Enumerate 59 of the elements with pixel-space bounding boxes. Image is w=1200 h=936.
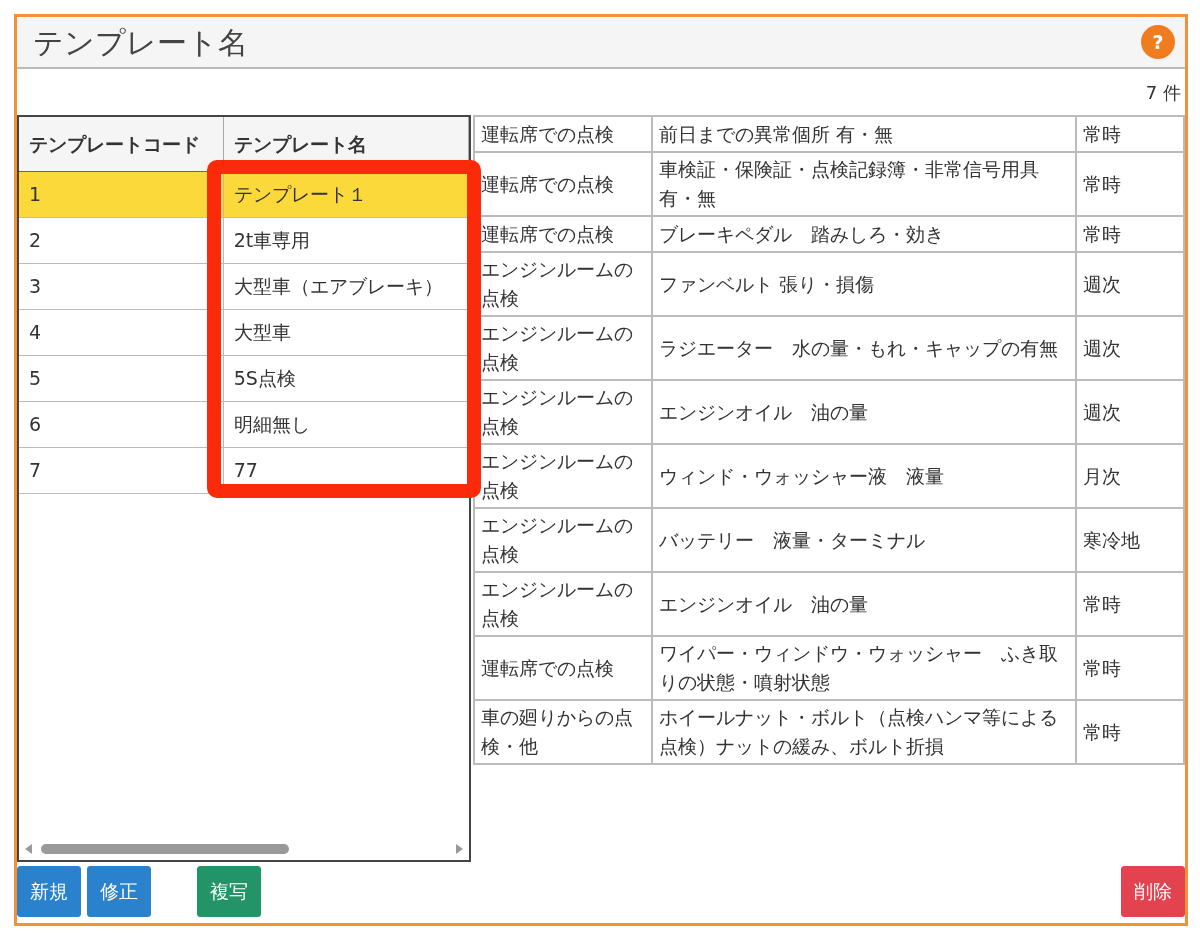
code-text: 4	[19, 309, 224, 355]
detail-cell: 前日までの異常個所 有・無	[652, 116, 1077, 152]
detail-cell: 常時	[1076, 116, 1184, 152]
detail-cell: エンジンオイル 油の量	[652, 380, 1077, 444]
detail-cell: ワイパー・ウィンドウ・ウォッシャー ふき取りの状態・噴射状態	[652, 636, 1077, 700]
page-title: テンプレート名	[33, 23, 248, 62]
detail-cell: 車検証・保険証・点検記録簿・非常信号用具有・無	[652, 152, 1077, 216]
name-text: 2t車専用	[223, 217, 469, 263]
template-row[interactable]: 5 5S点検	[19, 355, 469, 401]
template-row[interactable]: 4 大型車	[19, 309, 469, 355]
template-row[interactable]: 2 2t車専用	[19, 217, 469, 263]
code-text: 2	[19, 217, 224, 263]
detail-cell: ブレーキペダル 踏みしろ・効き	[652, 216, 1077, 252]
detail-cell: 運転席での点検	[473, 116, 653, 152]
action-button[interactable]: 削除	[1121, 866, 1185, 917]
name-text: テンプレート１	[223, 171, 469, 217]
name-text: 明細無し	[223, 401, 469, 447]
detail-cell: 週次	[1076, 380, 1184, 444]
template-row[interactable]: 1 テンプレート１	[19, 171, 469, 217]
detail-cell: 運転席での点検	[473, 152, 653, 216]
detail-cell: エンジンルームの点検	[473, 508, 653, 572]
name-text: 5S点検	[223, 355, 469, 401]
name-text: 77	[223, 447, 469, 493]
action-button[interactable]: 修正	[87, 866, 151, 917]
detail-cell: 常時	[1076, 216, 1184, 252]
scroll-right-icon[interactable]	[454, 844, 463, 854]
detail-cell: ファンベルト 張り・損傷	[652, 252, 1077, 316]
code-text: 7	[19, 447, 224, 493]
detail-cell: ウィンド・ウォッシャー液 液量	[652, 444, 1077, 508]
template-row[interactable]: 3 大型車（エアブレーキ）	[19, 263, 469, 309]
detail-cell: 常時	[1076, 700, 1184, 764]
detail-cell: エンジンルームの点検	[473, 572, 653, 636]
record-count: 7 件	[1145, 82, 1181, 103]
code-text: 5	[19, 355, 224, 401]
detail-cell: 週次	[1076, 252, 1184, 316]
detail-cell: ホイールナット・ボルト（点検ハンマ等による点検）ナットの緩み、ボルト折損	[652, 700, 1077, 764]
detail-cell: 月次	[1076, 444, 1184, 508]
name-text: 大型車（エアブレーキ）	[223, 263, 469, 309]
detail-cell: ラジエーター 水の量・もれ・キャップの有無	[652, 316, 1077, 380]
detail-cell: エンジンルームの点検	[473, 444, 653, 508]
template-row[interactable]: 7 77	[19, 447, 469, 493]
detail-cell: 常時	[1076, 152, 1184, 216]
code-text: 3	[19, 263, 224, 309]
detail-cell: 常時	[1076, 572, 1184, 636]
detail-cell: エンジンオイル 油の量	[652, 572, 1077, 636]
detail-cell: 常時	[1076, 636, 1184, 700]
detail-cell: バッテリー 液量・ターミナル	[652, 508, 1077, 572]
name-text: 大型車	[223, 309, 469, 355]
detail-cell: 運転席での点検	[473, 636, 653, 700]
scroll-left-icon[interactable]	[25, 844, 33, 854]
code-text: 6	[19, 401, 224, 447]
detail-cell: 週次	[1076, 316, 1184, 380]
detail-cell: 寒冷地	[1076, 508, 1184, 572]
action-button[interactable]: 複写	[197, 866, 261, 917]
action-button[interactable]: 新規	[17, 866, 81, 917]
scrollbar-thumb[interactable]	[41, 844, 289, 854]
detail-cell: 車の廻りからの点検・他	[473, 700, 653, 764]
template-row[interactable]: 6 明細無し	[19, 401, 469, 447]
column-header: テンプレートコード	[19, 117, 224, 171]
